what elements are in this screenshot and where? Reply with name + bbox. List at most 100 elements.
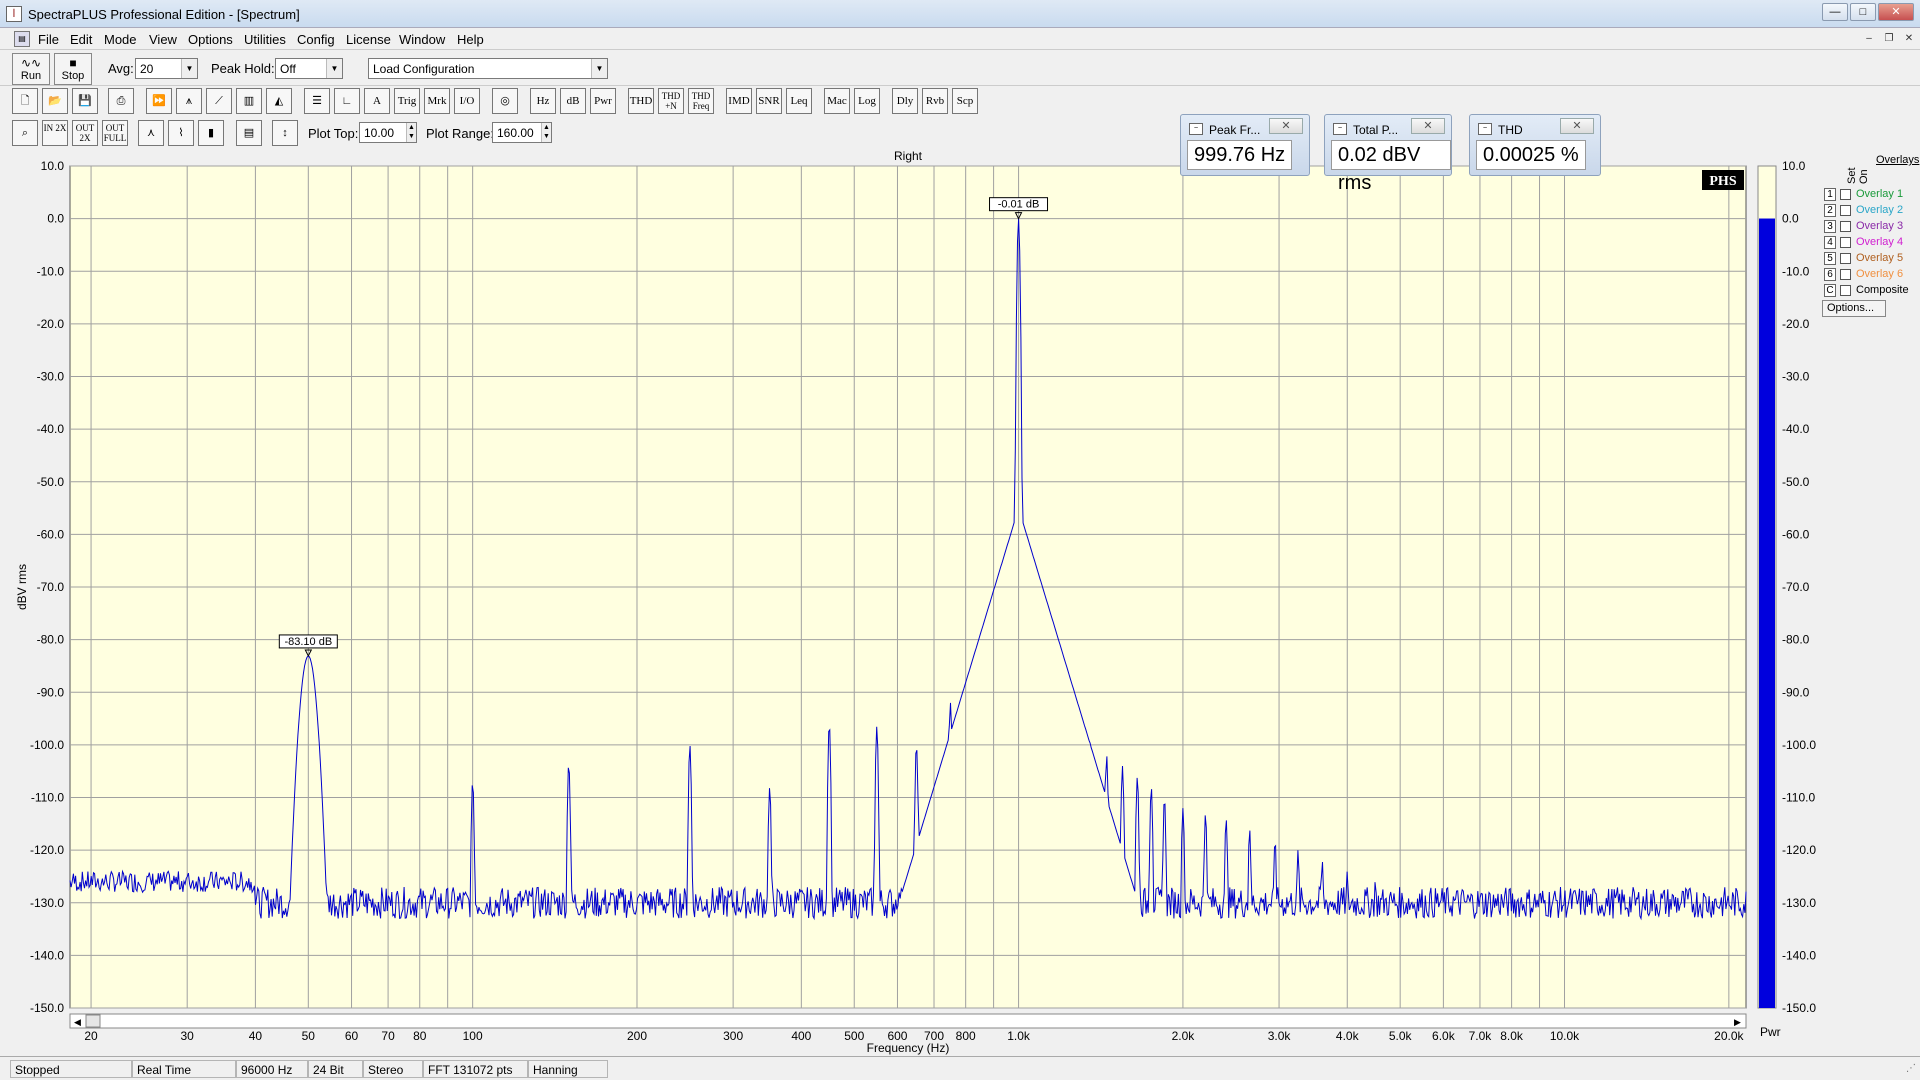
- menu-config[interactable]: Config: [297, 32, 335, 47]
- trigger-button[interactable]: Trig: [394, 88, 420, 114]
- menu-help[interactable]: Help: [457, 32, 484, 47]
- fast-forward-button[interactable]: ⏩: [146, 88, 172, 114]
- overlay-set-button[interactable]: 3: [1824, 220, 1836, 233]
- menu-window[interactable]: Window: [399, 32, 445, 47]
- avg-label: Avg:: [108, 61, 134, 76]
- plot-range-input[interactable]: 160.00 ▲ ▼: [492, 122, 552, 143]
- peak-frequency-meter[interactable]: ~ Peak Fr... ✕ 999.76 Hz: [1180, 114, 1310, 176]
- overlay-set-button[interactable]: 5: [1824, 252, 1836, 265]
- menu-mode[interactable]: Mode: [104, 32, 137, 47]
- menu-file[interactable]: File: [38, 32, 59, 47]
- db-button[interactable]: dB: [560, 88, 586, 114]
- minimize-button[interactable]: —: [1822, 3, 1848, 21]
- stop-button[interactable]: ■ Stop: [54, 53, 92, 85]
- bar-view-button[interactable]: ▮: [198, 120, 224, 146]
- menu-edit[interactable]: Edit: [70, 32, 92, 47]
- total-power-meter[interactable]: ~ Total P... ✕ 0.02 dBV rms: [1324, 114, 1452, 194]
- menu-options[interactable]: Options: [188, 32, 233, 47]
- peak-view-button[interactable]: ⋏: [138, 120, 164, 146]
- axis-button[interactable]: ∟: [334, 88, 360, 114]
- overlay-checkbox[interactable]: [1840, 205, 1851, 216]
- y-tick-label: -10.0: [37, 264, 65, 278]
- spectrum-chart[interactable]: Right 10.0 0.0 -10.0 -20.0 -30.0 -40.0 -50.0 -60…: [8, 148, 1818, 1056]
- overlay-checkbox[interactable]: [1840, 221, 1851, 232]
- spectrum-mode-button[interactable]: ⩚: [176, 88, 202, 114]
- overlay-checkbox[interactable]: [1840, 237, 1851, 248]
- app-icon[interactable]: ꟾ: [6, 6, 22, 22]
- overlay-on-label: On: [1858, 169, 1870, 184]
- overlay-set-button[interactable]: 4: [1824, 236, 1836, 249]
- overlay-options-button[interactable]: Options...: [1822, 300, 1886, 317]
- overlay-checkbox[interactable]: [1840, 189, 1851, 200]
- thd-meter[interactable]: ~ THD ✕ 0.00025 %: [1469, 114, 1601, 176]
- reverb-button[interactable]: Rvb: [922, 88, 948, 114]
- overlay-set-button[interactable]: 1: [1824, 188, 1836, 201]
- overlay-checkbox[interactable]: [1840, 253, 1851, 264]
- run-label: Run: [20, 70, 42, 82]
- thd-freq-button[interactable]: THD Freq: [688, 88, 714, 114]
- spin-arrows-icon: ▲ ▼: [541, 123, 551, 142]
- close-button[interactable]: ✕: [1878, 3, 1914, 21]
- marker-button[interactable]: Mrk: [424, 88, 450, 114]
- io-button[interactable]: I/O: [454, 88, 480, 114]
- leq-button[interactable]: Leq: [786, 88, 812, 114]
- mdi-minimize-icon[interactable]: –: [1862, 33, 1876, 45]
- table-view-button[interactable]: ▤: [236, 120, 262, 146]
- y-tick-label: 0.0: [47, 212, 64, 226]
- mac-button[interactable]: Mac: [824, 88, 850, 114]
- meter-close-icon[interactable]: ✕: [1269, 118, 1303, 134]
- new-file-button[interactable]: 🗋: [12, 88, 38, 114]
- delay-button[interactable]: Dly: [892, 88, 918, 114]
- peak-hold-select[interactable]: Off ▼: [275, 58, 343, 79]
- maximize-button[interactable]: □: [1850, 3, 1876, 21]
- overlay-checkbox[interactable]: [1840, 269, 1851, 280]
- run-button[interactable]: ∿∿ Run: [12, 53, 50, 85]
- open-file-button[interactable]: 📂: [42, 88, 68, 114]
- menu-utilities[interactable]: Utilities: [244, 32, 286, 47]
- stop-label: Stop: [61, 70, 85, 82]
- settings-panel-button[interactable]: ☰: [304, 88, 330, 114]
- x-tick-label: 5.0k: [1389, 1029, 1413, 1043]
- line-view-button[interactable]: ⌇: [168, 120, 194, 146]
- resize-grip-icon[interactable]: ⋰: [1906, 1063, 1916, 1074]
- log-button[interactable]: Log: [854, 88, 880, 114]
- thd-button[interactable]: THD: [628, 88, 654, 114]
- mdi-close-icon[interactable]: ✕: [1902, 33, 1916, 45]
- imd-button[interactable]: IMD: [726, 88, 752, 114]
- thd-n-button[interactable]: THD +N: [658, 88, 684, 114]
- overlay-set-button[interactable]: 6: [1824, 268, 1836, 281]
- mdi-restore-icon[interactable]: ❐: [1882, 33, 1896, 45]
- plot-top-input[interactable]: 10.00 ▲ ▼: [359, 122, 417, 143]
- document-icon[interactable]: ▤: [14, 31, 30, 47]
- overlay-set-button[interactable]: 2: [1824, 204, 1836, 217]
- meter-close-icon[interactable]: ✕: [1560, 118, 1594, 134]
- spectrogram-button[interactable]: ▥: [236, 88, 262, 114]
- pwr-button[interactable]: Pwr: [590, 88, 616, 114]
- overlay-set-button[interactable]: C: [1824, 284, 1836, 297]
- zoom-button[interactable]: ⌕: [12, 120, 38, 146]
- configuration-select[interactable]: Load Configuration ▼: [368, 58, 608, 79]
- zoom-out-2x-button[interactable]: OUT 2X: [72, 120, 98, 146]
- y-scale-button[interactable]: ↕: [272, 120, 298, 146]
- zoom-in-2x-button[interactable]: IN 2X: [42, 120, 68, 146]
- hz-button[interactable]: Hz: [530, 88, 556, 114]
- menu-view[interactable]: View: [149, 32, 177, 47]
- save-button[interactable]: 💾: [72, 88, 98, 114]
- zoom-out-full-button[interactable]: OUT FULL: [102, 120, 128, 146]
- avg-select[interactable]: 20 ▼: [135, 58, 198, 79]
- power-bar-tick-label: -10.0: [1782, 264, 1810, 278]
- power-bar-tick-label: -110.0: [1782, 791, 1815, 805]
- signal-generator-button[interactable]: ◎: [492, 88, 518, 114]
- overlay-checkbox[interactable]: [1840, 285, 1851, 296]
- time-series-button[interactable]: ⟋: [206, 88, 232, 114]
- meter-close-icon[interactable]: ✕: [1411, 118, 1445, 134]
- 3d-surface-button[interactable]: ◭: [266, 88, 292, 114]
- print-button[interactable]: ⎙: [108, 88, 134, 114]
- menu-license[interactable]: License: [346, 32, 391, 47]
- meter-value: 999.76 Hz: [1187, 140, 1293, 170]
- snr-button[interactable]: SNR: [756, 88, 782, 114]
- plot-top-label: Plot Top:: [308, 126, 359, 141]
- weighting-button[interactable]: A: [364, 88, 390, 114]
- scope-button[interactable]: Scp: [952, 88, 978, 114]
- x-tick-label: 3.0k: [1268, 1029, 1292, 1043]
